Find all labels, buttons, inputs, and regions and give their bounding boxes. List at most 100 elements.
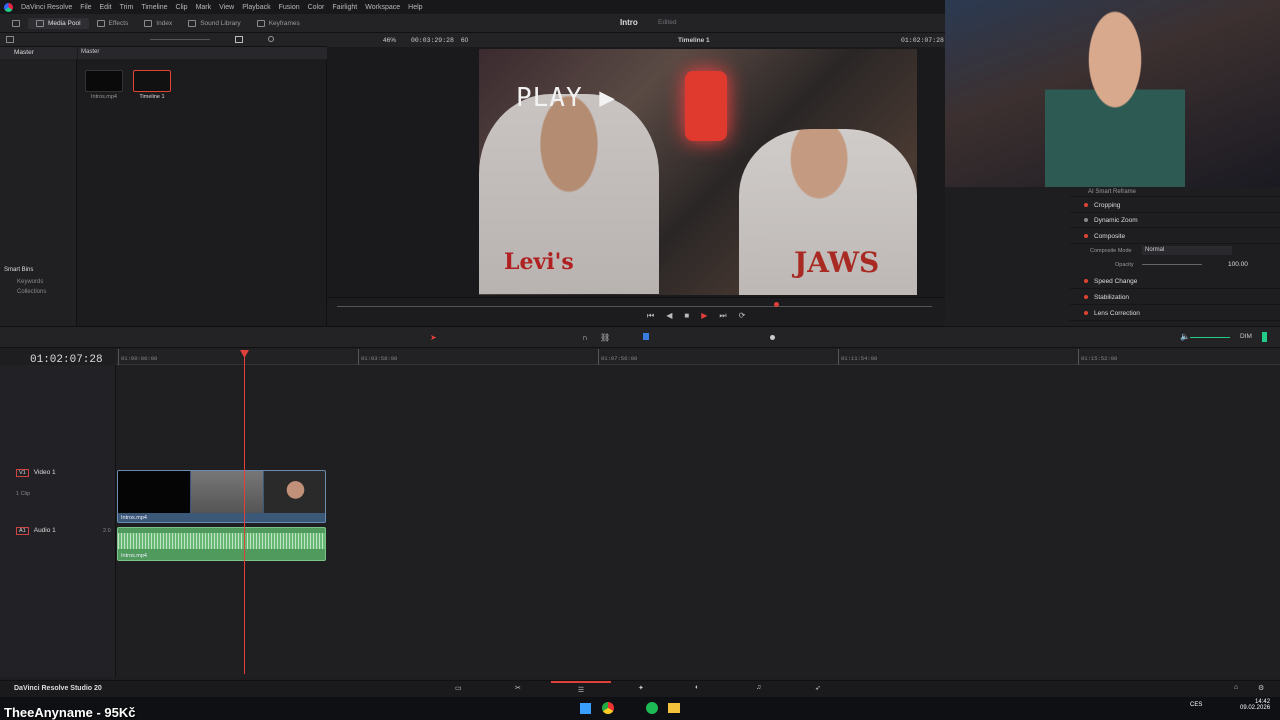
project-status: Edited: [658, 19, 677, 26]
input-language[interactable]: CES: [1190, 702, 1202, 708]
clock-date: 09.02.2026: [1240, 705, 1271, 711]
fairlight-page-icon[interactable]: ♫: [756, 684, 761, 691]
ruler-tick: 01:00:00:00: [118, 349, 157, 365]
deliver-page-icon[interactable]: ➶: [815, 684, 821, 692]
play-icon[interactable]: ▶: [701, 311, 707, 321]
menu-trim[interactable]: Trim: [120, 4, 134, 11]
track-header-a1[interactable]: A1 Audio 1 2.0: [0, 527, 116, 535]
menu-app[interactable]: DaVinci Resolve: [21, 4, 72, 11]
menu-file[interactable]: File: [80, 4, 91, 11]
composite-mode-select[interactable]: Normal: [1142, 246, 1232, 255]
windows-start-icon[interactable]: [580, 703, 591, 714]
scrub-bar[interactable]: [337, 306, 932, 307]
menu-clip[interactable]: Clip: [176, 4, 188, 11]
menu-timeline[interactable]: Timeline: [141, 4, 167, 11]
media-pool-button[interactable]: Media Pool: [28, 17, 89, 29]
volume-icon[interactable]: 🔈: [1180, 332, 1190, 341]
media-pool-icon: [36, 19, 44, 27]
inspector-dynamic-zoom[interactable]: Dynamic Zoom: [1070, 213, 1280, 228]
enabled-dot-icon[interactable]: [1084, 234, 1088, 238]
stop-icon[interactable]: ■: [684, 311, 689, 321]
track-header-v1[interactable]: V1 Video 1 1 Clip: [0, 469, 116, 497]
audio-waveform: [118, 533, 325, 549]
enabled-dot-icon[interactable]: [1084, 311, 1088, 315]
flag-icon[interactable]: [643, 333, 649, 340]
zoom-slider[interactable]: [150, 39, 210, 40]
smart-bin-collections[interactable]: Collections: [0, 287, 77, 297]
disabled-dot-icon[interactable]: [1084, 218, 1088, 222]
enabled-dot-icon[interactable]: [1084, 295, 1088, 299]
chrome-icon[interactable]: [602, 702, 614, 714]
media-item-label: Timeline 1: [139, 94, 165, 100]
fusion-page-icon[interactable]: ✦: [638, 684, 644, 692]
track-id: V1: [16, 469, 29, 477]
skip-start-icon[interactable]: ⏮: [647, 311, 654, 321]
audio-clip[interactable]: Intros.mp4: [117, 527, 326, 561]
video-clip[interactable]: Intros.mp4: [117, 470, 326, 523]
inspector-ai-smart-reframe[interactable]: AI Smart Reframe: [1070, 187, 1280, 197]
menu-view[interactable]: View: [219, 4, 234, 11]
bin-master[interactable]: Master: [0, 47, 77, 59]
inspector-composite[interactable]: Composite: [1070, 229, 1280, 244]
dim-button[interactable]: DIM: [1240, 333, 1252, 340]
timeline-thumbnail: [133, 70, 171, 92]
menu-help[interactable]: Help: [408, 4, 422, 11]
clock[interactable]: 14:42 09.02.2026: [1240, 699, 1270, 711]
home-icon[interactable]: ⌂: [1234, 684, 1238, 691]
zoom-slider-knob[interactable]: [770, 335, 775, 340]
settings-gear-icon[interactable]: ⚙: [1258, 684, 1264, 692]
effects-button[interactable]: Effects: [89, 18, 137, 29]
media-item-timeline[interactable]: Timeline 1: [133, 70, 171, 100]
clip-frame-face: [264, 471, 325, 513]
folder-icon[interactable]: [668, 703, 680, 713]
cut-page-icon[interactable]: ✂: [515, 684, 521, 692]
resolve-logo-icon: [4, 2, 13, 12]
menu-fusion[interactable]: Fusion: [279, 4, 300, 11]
link-icon[interactable]: ⛓: [600, 333, 610, 342]
snapping-icon[interactable]: ∩: [582, 333, 588, 342]
shirt-text-right: JAWS: [794, 246, 880, 279]
panel-toggle-icon[interactable]: [4, 18, 28, 29]
timeline-ruler[interactable]: 01:00:00:00 01:03:58:00 01:07:56:00 01:1…: [116, 349, 1280, 365]
keyframes-button[interactable]: Keyframes: [249, 18, 308, 29]
sound-library-button[interactable]: Sound Library: [180, 18, 248, 29]
spotify-icon[interactable]: [646, 702, 658, 714]
enabled-dot-icon[interactable]: [1084, 279, 1088, 283]
timeline-playhead[interactable]: [244, 352, 245, 674]
edit-page-icon[interactable]: ☰: [551, 681, 611, 698]
zoom-level[interactable]: 46%: [383, 37, 396, 44]
track-id: A1: [16, 527, 29, 535]
menu-playback[interactable]: Playback: [242, 4, 270, 11]
overlay-play-text: PLAY ▶: [516, 83, 616, 113]
skip-end-icon[interactable]: ⏭: [719, 311, 726, 321]
media-item-intros[interactable]: Intros.mp4: [85, 70, 123, 100]
menu-workspace[interactable]: Workspace: [365, 4, 400, 11]
inspector-cropping[interactable]: Cropping: [1070, 198, 1280, 213]
media-page-icon[interactable]: ▭: [455, 684, 462, 692]
enabled-dot-icon[interactable]: [1084, 203, 1088, 207]
media-item-label: Intros.mp4: [91, 94, 117, 100]
opacity-value[interactable]: 100.00: [1228, 261, 1248, 268]
effects-icon: [96, 19, 105, 27]
inspector-lens-correction[interactable]: Lens Correction: [1070, 306, 1280, 321]
thumbnail-view-icon[interactable]: [235, 36, 243, 43]
composite-mode-label: Composite Mode: [1090, 248, 1132, 254]
reverse-play-icon[interactable]: ◀: [666, 311, 672, 321]
index-button[interactable]: Index: [136, 18, 180, 29]
color-page-icon[interactable]: ◐: [695, 684, 699, 691]
opacity-slider[interactable]: [1142, 264, 1202, 265]
inspector-speed-change[interactable]: Speed Change: [1070, 274, 1280, 289]
list-view-icon[interactable]: [6, 36, 14, 43]
loop-icon[interactable]: ⟳: [739, 311, 746, 321]
menu-mark[interactable]: Mark: [196, 4, 212, 11]
viewer-timeline-name[interactable]: Timeline 1: [678, 37, 710, 44]
selection-tool-icon[interactable]: ➤: [430, 333, 437, 342]
menu-color[interactable]: Color: [308, 4, 325, 11]
scrub-playhead[interactable]: [774, 302, 779, 307]
search-icon[interactable]: [268, 36, 274, 42]
smart-bin-keywords[interactable]: Keywords: [0, 277, 77, 287]
inspector-stabilization[interactable]: Stabilization: [1070, 290, 1280, 305]
menu-edit[interactable]: Edit: [100, 4, 112, 11]
menu-fairlight[interactable]: Fairlight: [332, 4, 357, 11]
volume-slider[interactable]: [1190, 337, 1230, 338]
